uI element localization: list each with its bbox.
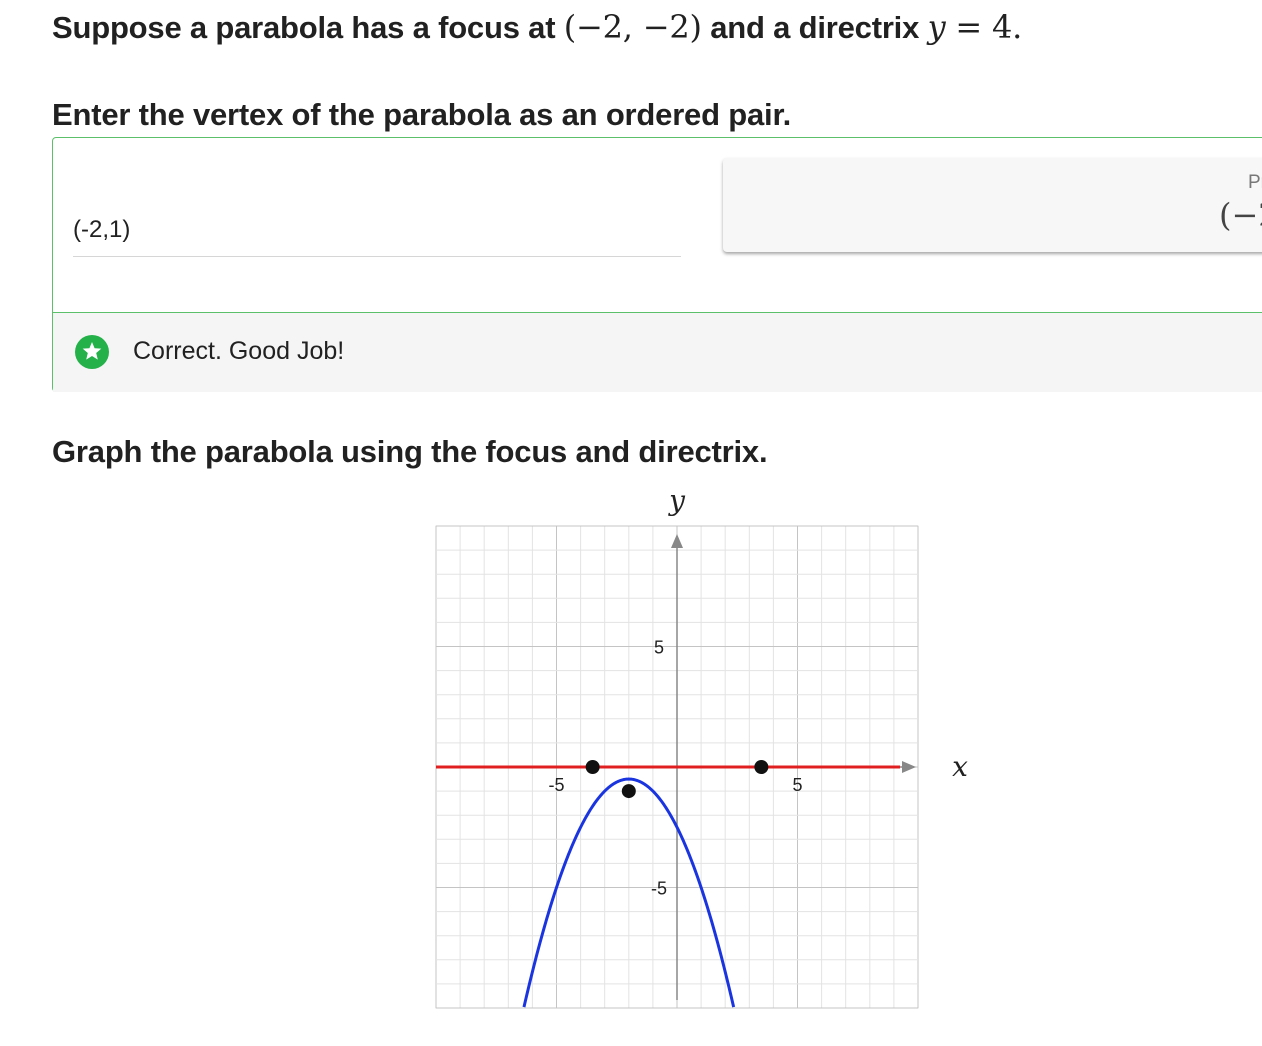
x-tick-label: 5 bbox=[792, 775, 802, 795]
y-axis-label: y bbox=[667, 484, 686, 517]
y-tick-label: 5 bbox=[654, 638, 664, 658]
coordinate-graph[interactable]: -5 5 5 -5 x y bbox=[0, 0, 1262, 1046]
x-axis-label: x bbox=[952, 750, 968, 783]
plotted-point[interactable] bbox=[585, 760, 600, 774]
plotted-point[interactable] bbox=[621, 784, 636, 799]
y-tick-label: -5 bbox=[651, 879, 667, 899]
plotted-point[interactable] bbox=[754, 760, 769, 774]
x-tick-label: -5 bbox=[548, 775, 564, 795]
